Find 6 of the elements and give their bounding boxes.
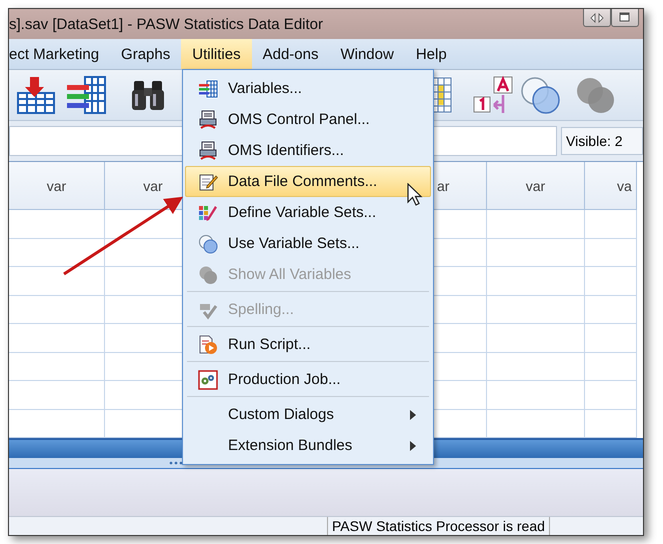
column-header: var [487, 162, 585, 210]
column-header: var [9, 162, 105, 210]
column-header: va [585, 162, 637, 210]
visible-count: Visible: 2 [561, 127, 643, 155]
status-message: PASW Statistics Processor is read [327, 517, 550, 535]
window-title: s].sav [DataSet1] - PASW Statistics Data Editor [9, 16, 323, 32]
